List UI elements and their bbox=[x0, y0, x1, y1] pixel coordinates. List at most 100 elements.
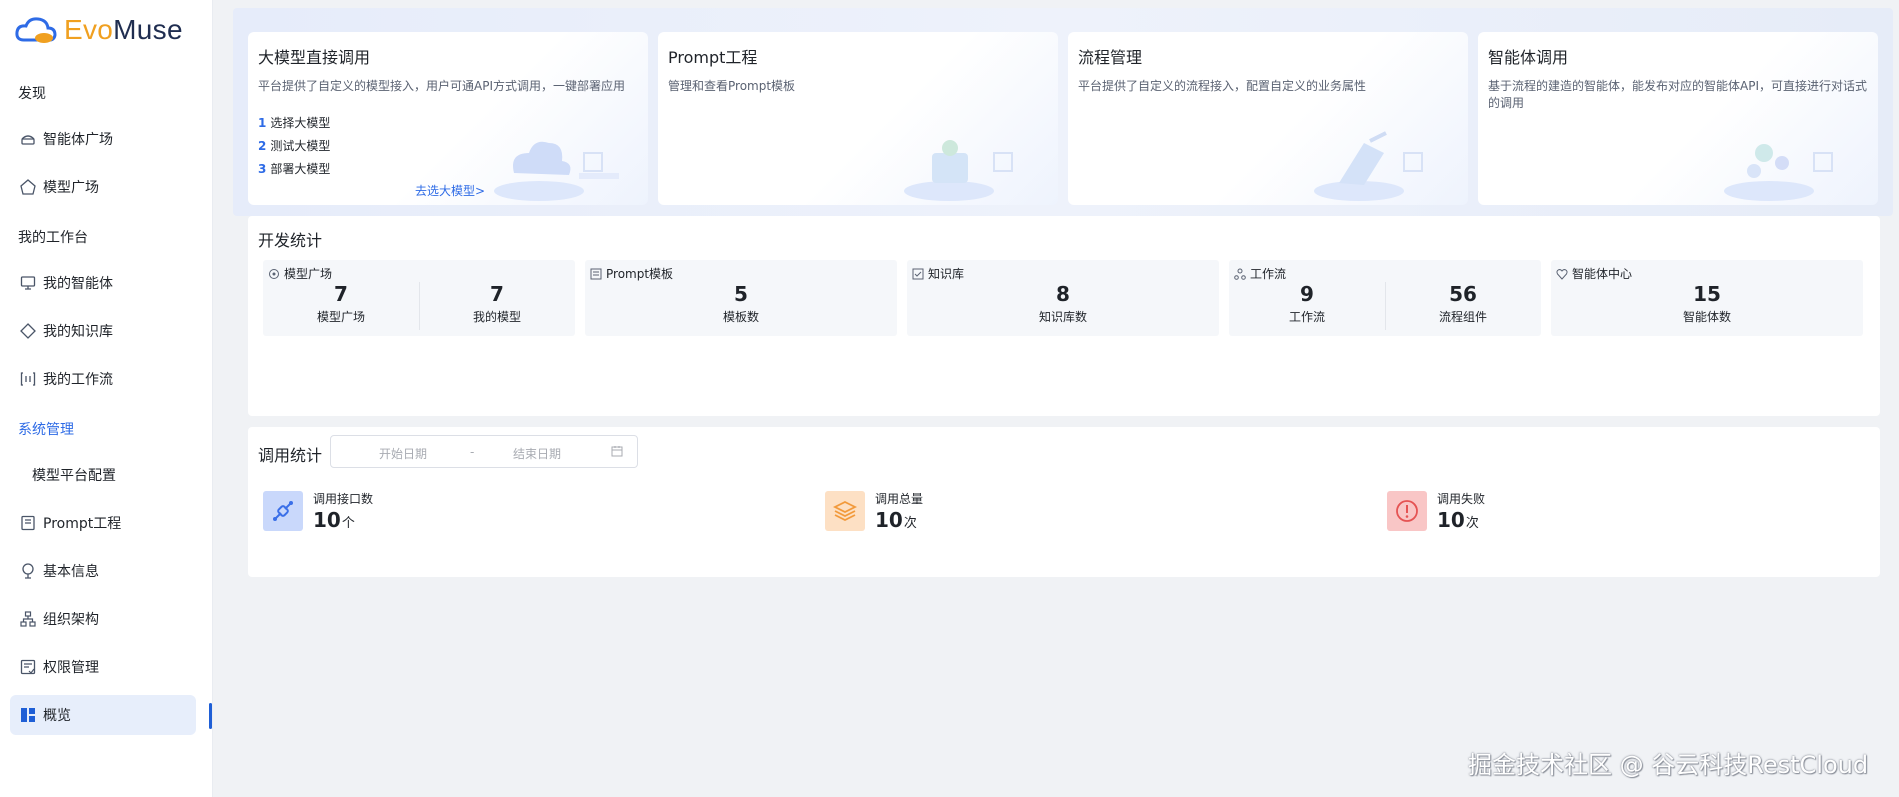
sidebar-item-my-workflow[interactable]: 我的工作流 bbox=[10, 359, 196, 399]
stat-box-knowledge: 知识库 8 知识库数 bbox=[907, 260, 1219, 336]
sidebar-item-my-knowledge[interactable]: 我的知识库 bbox=[10, 311, 196, 351]
prompt-illustration-icon bbox=[904, 140, 1013, 201]
stat-head: 知识库 bbox=[912, 265, 964, 282]
dev-stats-panel: 开发统计 模型广场 7 模型广场 7 我的模型 Prompt模板 5 模板数 知… bbox=[248, 216, 1880, 416]
stat-label: 模型广场 bbox=[316, 310, 365, 324]
call-stat-label: 调用总量 bbox=[875, 492, 924, 506]
logo[interactable]: EvoMuse bbox=[14, 10, 183, 50]
sidebar-item-label: Prompt工程 bbox=[43, 516, 122, 532]
sidebar-item-label: 我的工作流 bbox=[43, 372, 113, 388]
layers-icon bbox=[825, 491, 865, 531]
stat-label: 知识库数 bbox=[1038, 310, 1087, 324]
card-desc: 基于流程的建造的智能体，能发布对应的智能体API，可直接进行对话式的调用 bbox=[1488, 79, 1867, 110]
sidebar-item-label: 组织架构 bbox=[43, 612, 99, 628]
sidebar-item-label: 基本信息 bbox=[43, 564, 99, 580]
start-date-input[interactable]: 开始日期 bbox=[379, 445, 427, 462]
stat-head-label: 智能体中心 bbox=[1572, 267, 1633, 281]
prompt-template-icon bbox=[590, 268, 602, 280]
stat-col: 7 我的模型 bbox=[419, 282, 575, 325]
sidebar-item-label: 概览 bbox=[43, 708, 71, 724]
date-range-picker[interactable]: 开始日期 - 结束日期 bbox=[330, 435, 638, 468]
sidebar-item-org[interactable]: 组织架构 bbox=[10, 599, 196, 639]
stat-value: 5 bbox=[734, 282, 748, 306]
sidebar-item-agent-plaza[interactable]: 智能体广场 bbox=[10, 119, 196, 159]
stat-head-label: 模型广场 bbox=[284, 267, 333, 281]
stat-col: 15 智能体数 bbox=[1551, 282, 1863, 325]
card-workflow[interactable]: 流程管理 平台提供了自定义的流程接入，配置自定义的业务属性 bbox=[1068, 32, 1468, 205]
stat-value: 15 bbox=[1693, 282, 1721, 306]
stat-col: 7 模型广场 bbox=[263, 282, 419, 325]
workflow-illustration-icon bbox=[1314, 131, 1423, 201]
stat-label: 智能体数 bbox=[1682, 310, 1731, 324]
card-agent[interactable]: 智能体调用 基于流程的建造的智能体，能发布对应的智能体API，可直接进行对话式的… bbox=[1478, 32, 1878, 205]
stat-box-agent-center: 智能体中心 15 智能体数 bbox=[1551, 260, 1863, 336]
end-date-input[interactable]: 结束日期 bbox=[513, 445, 561, 462]
stat-head-label: 工作流 bbox=[1250, 267, 1287, 281]
stat-col: 8 知识库数 bbox=[907, 282, 1219, 325]
call-stat-interfaces: 调用接口数 10个 bbox=[263, 491, 373, 535]
call-stat-value: 10次 bbox=[875, 508, 917, 532]
card-steps: 1 选择大模型 2 测试大模型 3 部署大模型 bbox=[258, 112, 330, 181]
call-stat-value: 10次 bbox=[1437, 508, 1479, 532]
stat-col: 5 模板数 bbox=[585, 282, 897, 325]
call-stat-label: 调用失败 bbox=[1437, 492, 1486, 506]
card-title: Prompt工程 bbox=[668, 48, 758, 67]
stat-value: 8 bbox=[1056, 282, 1070, 306]
sidebar-item-label: 我的智能体 bbox=[43, 276, 113, 292]
call-stats-panel: 调用统计 开始日期 - 结束日期 调用接口数 10个 调用总量 10次 调用失败… bbox=[248, 427, 1880, 577]
sidebar-item-label: 我的知识库 bbox=[43, 324, 113, 340]
call-stat-total: 调用总量 10次 bbox=[825, 491, 923, 535]
sidebar-item-basic-info[interactable]: 基本信息 bbox=[10, 551, 196, 591]
cloud-illustration-icon bbox=[494, 141, 619, 201]
watermark: 掘金技术社区 @ 谷云科技RestCloud bbox=[1468, 751, 1869, 779]
stat-box-model-plaza: 模型广场 7 模型广场 7 我的模型 bbox=[263, 260, 575, 336]
brand-name: EvoMuse bbox=[64, 14, 183, 46]
card-llm-direct[interactable]: 大模型直接调用 平台提供了自定义的模型接入，用户可通API方式调用，一键部署应用… bbox=[248, 32, 648, 205]
call-stats-title: 调用统计 bbox=[258, 446, 323, 465]
knowledge-icon bbox=[19, 322, 37, 340]
my-agents-icon bbox=[19, 274, 37, 292]
nav-group-workbench: 我的工作台 bbox=[18, 230, 88, 246]
sidebar-item-label: 模型平台配置 bbox=[32, 468, 116, 484]
alert-icon bbox=[1387, 491, 1427, 531]
card-prompt[interactable]: Prompt工程 管理和查看Prompt模板 bbox=[658, 32, 1058, 205]
call-stat-text: 调用总量 10次 bbox=[875, 491, 923, 535]
stat-value: 9 bbox=[1300, 282, 1314, 306]
workflow-icon bbox=[1234, 268, 1246, 280]
card-title: 大模型直接调用 bbox=[258, 48, 371, 67]
call-stat-text: 调用失败 10次 bbox=[1437, 491, 1485, 535]
stat-col: 56 流程组件 bbox=[1385, 282, 1541, 325]
sidebar-item-prompt[interactable]: Prompt工程 bbox=[10, 503, 196, 543]
active-indicator bbox=[209, 703, 212, 729]
stat-head-label: Prompt模板 bbox=[606, 267, 674, 281]
call-stat-label: 调用接口数 bbox=[313, 492, 374, 506]
sidebar-item-model-plaza[interactable]: 模型广场 bbox=[10, 167, 196, 207]
stat-head: 智能体中心 bbox=[1556, 265, 1632, 282]
basic-info-icon bbox=[19, 562, 37, 580]
sidebar: EvoMuse 发现 智能体广场 模型广场 我的工作台 我的智能体 我的知识库 … bbox=[0, 0, 213, 797]
sidebar-item-model-config[interactable]: 模型平台配置 bbox=[10, 455, 196, 495]
call-stat-text: 调用接口数 10个 bbox=[313, 491, 373, 535]
model-plaza-icon bbox=[19, 178, 37, 196]
stat-label: 我的模型 bbox=[472, 310, 521, 324]
brand-muse: Muse bbox=[113, 14, 183, 45]
stat-box-prompt-template: Prompt模板 5 模板数 bbox=[585, 260, 897, 336]
calendar-icon[interactable] bbox=[611, 445, 623, 460]
org-icon bbox=[19, 610, 37, 628]
sidebar-item-my-agents[interactable]: 我的智能体 bbox=[10, 263, 196, 303]
step-item: 3 部署大模型 bbox=[258, 162, 331, 176]
call-stat-value: 10个 bbox=[313, 508, 355, 532]
stat-value: 7 bbox=[334, 282, 348, 306]
agent-illustration-icon bbox=[1724, 144, 1833, 201]
sidebar-item-label: 智能体广场 bbox=[43, 132, 113, 148]
sidebar-item-permission[interactable]: 权限管理 bbox=[10, 647, 196, 687]
stat-head: 工作流 bbox=[1234, 265, 1286, 282]
select-model-link[interactable]: 去选大模型> bbox=[415, 182, 485, 199]
permission-icon bbox=[19, 658, 37, 676]
call-stat-failed: 调用失败 10次 bbox=[1387, 491, 1485, 535]
card-desc: 平台提供了自定义的流程接入，配置自定义的业务属性 bbox=[1078, 79, 1367, 93]
step-item: 2 测试大模型 bbox=[258, 139, 331, 153]
stat-value: 7 bbox=[490, 282, 504, 306]
sidebar-item-overview[interactable]: 概览 bbox=[10, 695, 196, 735]
prompt-icon bbox=[19, 514, 37, 532]
